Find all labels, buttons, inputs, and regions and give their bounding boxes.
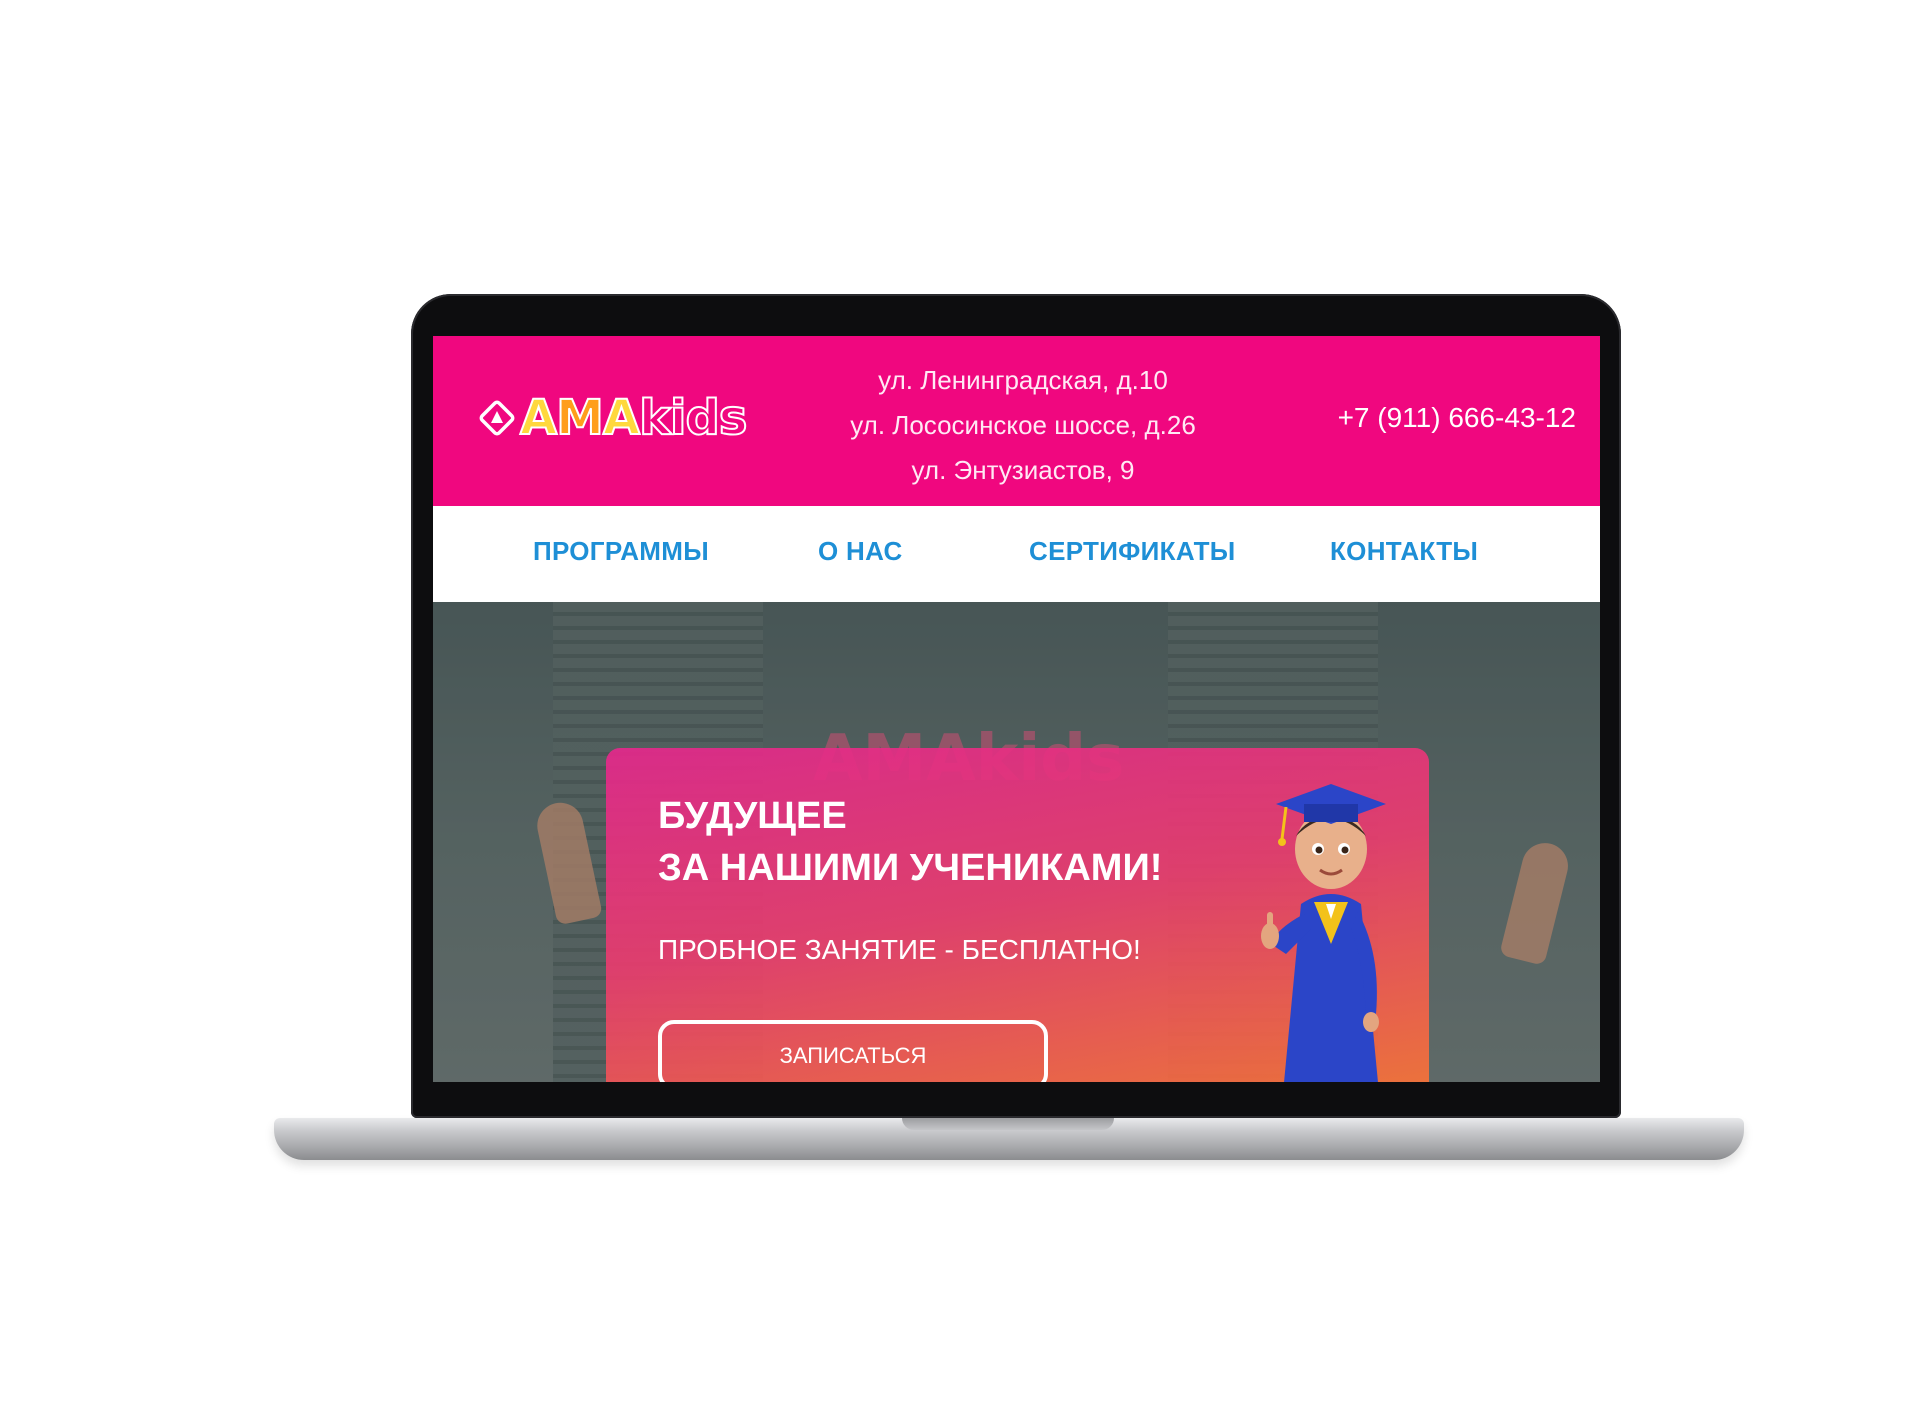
logo-letter-a2: A xyxy=(602,390,641,446)
phone-link[interactable]: +7 (911) 666-43-12 xyxy=(1338,402,1576,434)
mockup-stage: AMAkids ул. Ленинградская, д.10 ул. Лосо… xyxy=(0,0,1925,1409)
nav-item-about[interactable]: О НАС xyxy=(818,536,903,567)
nav-item-programs[interactable]: ПРОГРАММЫ xyxy=(533,536,709,567)
logo-wordmark: AMAkids xyxy=(519,393,748,443)
hero-subline: ПРОБНОЕ ЗАНЯТИЕ - БЕСПЛАТНО! xyxy=(658,934,1141,965)
nav-item-certificates[interactable]: СЕРТИФИКАТЫ xyxy=(1029,536,1236,567)
hero-section: AMAkids БУДУЩЕЕ ЗА НАШИМИ УЧЕНИКАМИ! ПРО… xyxy=(433,602,1600,1082)
laptop-screen: AMAkids ул. Ленинградская, д.10 ул. Лосо… xyxy=(433,336,1600,1082)
signup-button[interactable]: ЗАПИСАТЬСЯ xyxy=(658,1020,1048,1082)
logo-letter-a1: A xyxy=(519,390,558,446)
nav-item-contacts[interactable]: КОНТАКТЫ xyxy=(1330,536,1478,567)
main-nav: ПРОГРАММЫ О НАС СЕРТИФИКАТЫ КОНТАКТЫ xyxy=(433,506,1600,602)
address-line: ул. Энтузиастов, 9 xyxy=(911,455,1135,485)
logo-kids: kids xyxy=(638,390,748,446)
laptop-notch xyxy=(902,1118,1114,1130)
headline-line-1: БУДУЩЕЕ xyxy=(658,795,847,837)
address-list: ул. Ленинградская, д.10 ул. Лососинское … xyxy=(813,358,1233,493)
logo-letter-m: M xyxy=(555,390,605,446)
headline-line-2: ЗА НАШИМИ УЧЕНИКАМИ! xyxy=(658,847,1163,889)
diamond-a-icon xyxy=(478,399,516,437)
address-line: ул. Ленинградская, д.10 xyxy=(878,365,1168,395)
logo-link[interactable]: AMAkids xyxy=(478,393,748,443)
address-line: ул. Лососинское шоссе, д.26 xyxy=(850,410,1196,440)
site-header: AMAkids ул. Ленинградская, д.10 ул. Лосо… xyxy=(433,336,1600,506)
hero-headline: БУДУЩЕЕ ЗА НАШИМИ УЧЕНИКАМИ! xyxy=(658,790,1162,894)
promo-card: БУДУЩЕЕ ЗА НАШИМИ УЧЕНИКАМИ! ПРОБНОЕ ЗАН… xyxy=(606,748,1429,1082)
graduate-boy-mascot xyxy=(1261,784,1386,1082)
